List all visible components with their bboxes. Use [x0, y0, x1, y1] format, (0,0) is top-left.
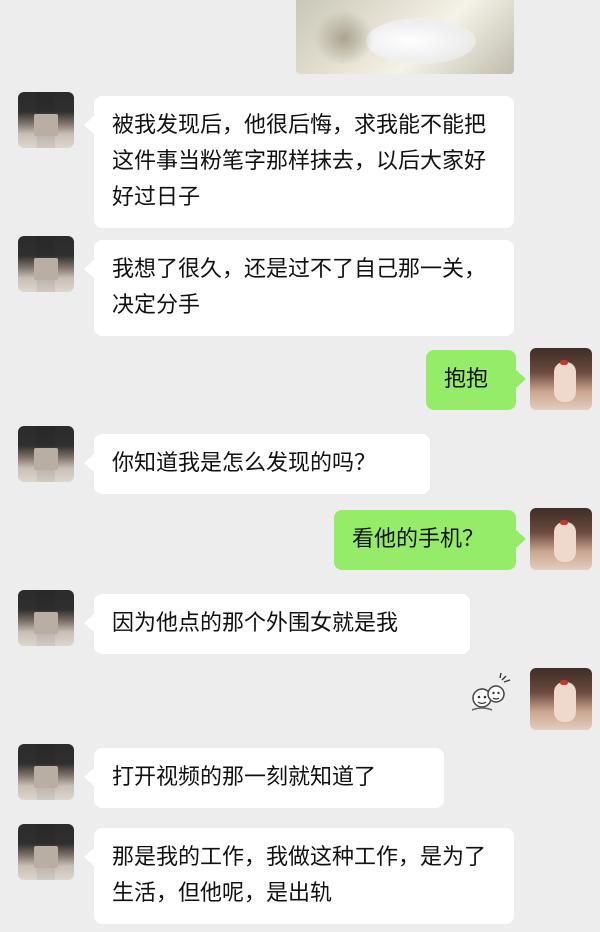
- message-bubble-right[interactable]: 抱抱: [426, 350, 526, 410]
- message-bubble-left[interactable]: 那是我的工作，我做这种工作，是为了生活，但他呢，是出轨: [84, 828, 514, 924]
- contact-avatar[interactable]: [18, 590, 74, 646]
- my-avatar[interactable]: [530, 668, 592, 730]
- message-bubble-left[interactable]: 打开视频的那一刻就知道了: [84, 748, 444, 808]
- message-bubble-left[interactable]: 因为他点的那个外围女就是我: [84, 594, 470, 654]
- contact-avatar[interactable]: [18, 92, 74, 148]
- contact-avatar[interactable]: [18, 744, 74, 800]
- contact-avatar[interactable]: [18, 236, 74, 292]
- cartoon-sticker[interactable]: [466, 672, 514, 716]
- contact-avatar[interactable]: [18, 426, 74, 482]
- message-bubble-left[interactable]: 我想了很久，还是过不了自己那一关，决定分手: [84, 240, 514, 336]
- message-bubble-left[interactable]: 你知道我是怎么发现的吗？: [84, 434, 430, 494]
- my-avatar[interactable]: [530, 508, 592, 570]
- message-bubble-left[interactable]: 被我发现后，他很后悔，求我能不能把这件事当粉笔字那样抹去，以后大家好好过日子: [84, 96, 514, 228]
- my-avatar[interactable]: [530, 348, 592, 410]
- message-bubble-right[interactable]: 看他的手机？: [334, 510, 526, 570]
- shared-photo[interactable]: [296, 0, 514, 74]
- contact-avatar[interactable]: [18, 824, 74, 880]
